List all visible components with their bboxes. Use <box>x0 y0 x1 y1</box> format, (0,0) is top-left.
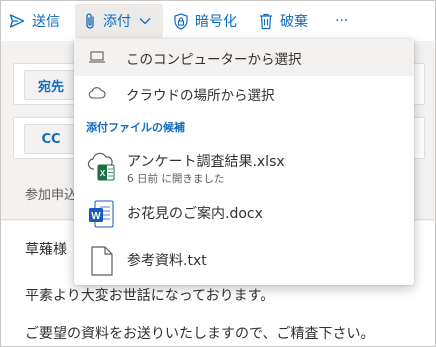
menu-item-from-cloud[interactable]: クラウドの場所から選択 <box>74 76 414 112</box>
menu-item-from-computer[interactable]: このコンピューターから選択 <box>74 39 414 76</box>
send-button[interactable]: 送信 <box>9 1 60 41</box>
attach-label: 添付 <box>103 14 131 30</box>
send-label: 送信 <box>32 14 60 30</box>
chevron-down-icon <box>139 17 151 25</box>
send-icon <box>9 13 25 29</box>
svg-text:W: W <box>91 211 101 222</box>
subject-field[interactable]: 参加申込 <box>25 184 77 203</box>
discard-label: 破棄 <box>280 14 308 30</box>
to-button[interactable]: 宛先 <box>24 70 78 100</box>
trash-icon <box>259 13 273 30</box>
suggested-attachments-header: 添付ファイルの候補 <box>86 121 185 134</box>
body-line-2[interactable]: 平素より大変お世話になっております。 <box>25 285 274 305</box>
word-icon: W <box>87 199 115 231</box>
more-label: ··· <box>335 13 349 29</box>
encrypt-button[interactable]: 暗号化 <box>173 1 237 41</box>
attach-menu: このコンピューターから選択 クラウドの場所から選択 添付ファイルの候補 X アン… <box>74 39 414 285</box>
compose-window: 宛先 CC 参加申込 草薙様 平素より大変お世話になっております。 ご要望の資料… <box>0 0 436 347</box>
suggested-file-item[interactable]: X アンケート調査結果.xlsx 6 日前 に開きました <box>74 141 414 189</box>
attach-button[interactable]: 添付 <box>83 1 151 41</box>
laptop-icon <box>88 49 106 65</box>
cloud-icon <box>88 86 106 100</box>
file-meta: 6 日前 に開きました <box>127 173 225 185</box>
shield-lock-icon <box>173 12 189 30</box>
discard-button[interactable]: 破棄 <box>259 1 308 41</box>
paperclip-icon <box>83 12 97 30</box>
excel-cloud-icon: X <box>87 149 117 181</box>
from-cloud-label: クラウドの場所から選択 <box>126 88 275 104</box>
suggested-file-item[interactable]: W お花見のご案内.docx <box>74 195 414 235</box>
text-file-icon <box>90 245 114 277</box>
cc-button[interactable]: CC <box>24 124 78 154</box>
suggested-file-item[interactable]: 参考資料.txt <box>74 239 414 281</box>
body-line-greeting[interactable]: 草薙様 <box>25 239 67 259</box>
svg-text:X: X <box>100 169 106 178</box>
file-name: 参考資料.txt <box>127 253 207 269</box>
file-name: お花見のご案内.docx <box>127 206 263 222</box>
encrypt-label: 暗号化 <box>195 14 237 30</box>
file-name: アンケート調査結果.xlsx <box>127 154 285 170</box>
from-computer-label: このコンピューターから選択 <box>126 52 302 68</box>
toolbar: 送信 添付 暗号化 破棄 ··· <box>1 1 435 41</box>
more-options-button[interactable]: ··· <box>335 1 348 41</box>
body-line-3[interactable]: ご要望の資料をお送りいたしますので、ご精査下さい。 <box>25 323 374 343</box>
